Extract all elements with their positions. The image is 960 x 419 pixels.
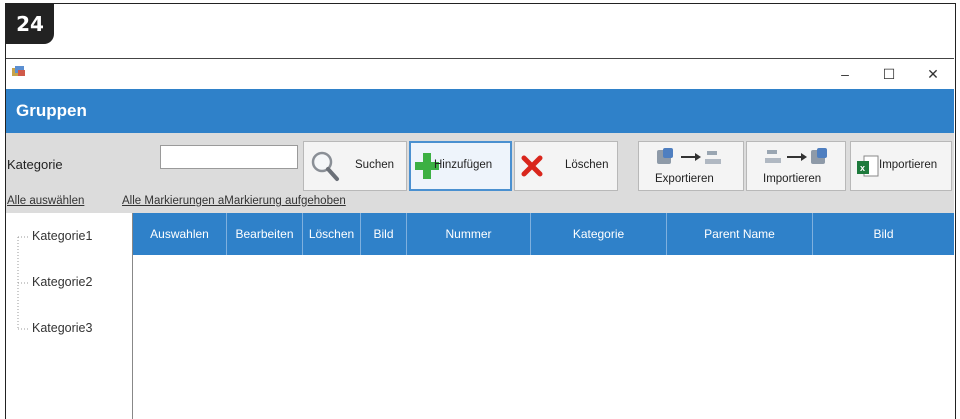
add-button[interactable]: Hinzufügen [409, 141, 512, 191]
import-button-label: Importieren [763, 173, 822, 185]
search-button[interactable]: Suchen [303, 141, 407, 191]
search-input[interactable] [160, 145, 298, 169]
page-title: Gruppen [16, 101, 87, 120]
minimize-button[interactable]: – [832, 63, 858, 85]
column-header-auswahlen[interactable]: Auswahlen [133, 213, 227, 255]
maximize-button[interactable]: ☐ [876, 63, 902, 85]
delete-x-icon [521, 155, 543, 177]
import-icon [765, 148, 827, 164]
grid-header: Auswahlen Bearbeiten Löschen Bild Nummer… [133, 213, 954, 255]
column-header-bild-2[interactable]: Bild [813, 213, 954, 255]
data-grid: Auswahlen Bearbeiten Löschen Bild Nummer… [133, 213, 954, 419]
column-header-loeschen[interactable]: Löschen [303, 213, 361, 255]
column-header-bearbeiten[interactable]: Bearbeiten [227, 213, 303, 255]
tree-lines [17, 236, 30, 330]
header-bar: Gruppen [6, 89, 954, 133]
search-button-label: Suchen [355, 159, 395, 171]
tree-item-kategorie3[interactable]: Kategorie3 [32, 321, 92, 335]
tree-item-kategorie2[interactable]: Kategorie2 [32, 275, 92, 289]
column-header-bild[interactable]: Bild [361, 213, 407, 255]
delete-button[interactable]: Löschen [514, 141, 618, 191]
figure-number-badge: 24 [6, 4, 54, 44]
unselect-all-link[interactable]: Alle Markierungen aMarkierung aufgehoben [122, 195, 346, 207]
import-button[interactable]: Importieren [746, 141, 846, 191]
import-excel-button[interactable]: x Importieren [850, 141, 952, 191]
category-label: Kategorie [7, 157, 63, 172]
excel-icon: x [857, 155, 879, 177]
column-header-parent-name[interactable]: Parent Name [667, 213, 813, 255]
delete-button-label: Löschen [565, 159, 609, 171]
close-button[interactable]: ✕ [920, 63, 946, 85]
import-excel-button-label: Importieren [879, 159, 938, 171]
tree-item-kategorie1[interactable]: Kategorie1 [32, 229, 92, 243]
export-button-label: Exportieren [655, 173, 714, 185]
column-header-kategorie[interactable]: Kategorie [531, 213, 667, 255]
select-all-link[interactable]: Alle auswählen [7, 195, 84, 207]
title-bar: – ☐ ✕ [6, 59, 954, 89]
magnifier-icon [311, 151, 339, 181]
figure-frame: 24 – ☐ ✕ Gruppen Kategorie Suchen Hinzuf… [5, 3, 956, 419]
export-icon [657, 148, 721, 164]
export-button[interactable]: Exportieren [638, 141, 744, 191]
toolbar: Kategorie Suchen Hinzufügen Löschen Expo… [6, 133, 954, 213]
svg-text:x: x [860, 163, 865, 173]
app-icon [12, 66, 25, 76]
column-header-nummer[interactable]: Nummer [407, 213, 531, 255]
application-window: – ☐ ✕ Gruppen Kategorie Suchen Hinzufüge… [6, 58, 954, 419]
category-tree: Kategorie1 Kategorie2 Kategorie3 [6, 213, 133, 419]
add-button-label: Hinzufügen [434, 159, 493, 171]
